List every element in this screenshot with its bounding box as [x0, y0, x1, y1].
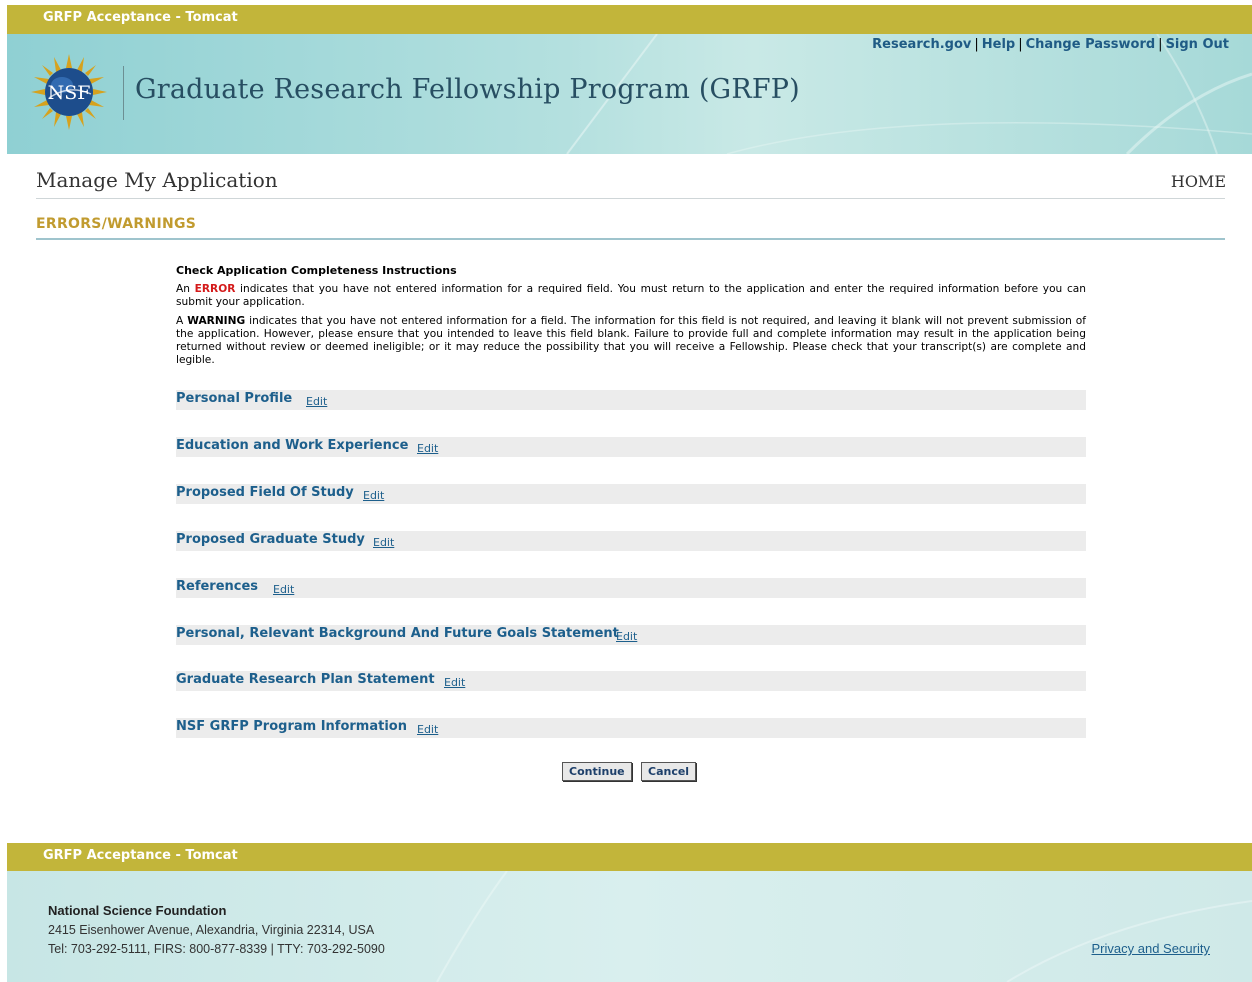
warning-instruction: A WARNING indicates that you have not en… [176, 315, 1087, 366]
error-instruction: An ERROR indicates that you have not ent… [176, 283, 1086, 308]
section-personal-profile: Personal Profile Edit [176, 390, 1086, 410]
edit-program-information-link[interactable]: Edit [417, 723, 438, 736]
section-label: References [176, 579, 259, 594]
page-title: Manage My Application [36, 168, 278, 192]
nsf-logo[interactable]: NSF [31, 54, 107, 130]
section-program-information: NSF GRFP Program Information Edit [176, 718, 1086, 738]
environment-label: GRFP Acceptance - Tomcat [43, 10, 238, 25]
instructions-title: Check Application Completeness Instructi… [176, 264, 457, 277]
section-references: References Edit [176, 578, 1086, 598]
section-field-of-study: Proposed Field Of Study Edit [176, 484, 1086, 504]
section-label: Proposed Field Of Study [176, 485, 354, 500]
edit-references-link[interactable]: Edit [273, 583, 294, 596]
section-label: Personal Profile [176, 391, 293, 406]
home-link[interactable]: HOME [1171, 172, 1226, 191]
edit-graduate-study-link[interactable]: Edit [373, 536, 394, 549]
footer-environment-label: GRFP Acceptance - Tomcat [43, 848, 238, 863]
section-label: Personal, Relevant Background And Future… [176, 626, 619, 641]
section-research-plan: Graduate Research Plan Statement Edit [176, 671, 1086, 691]
section-graduate-study: Proposed Graduate Study Edit [176, 531, 1086, 551]
edit-education-work-link[interactable]: Edit [417, 442, 438, 455]
header-banner: NSF Graduate Research Fellowship Program… [7, 34, 1252, 154]
logo-divider [123, 66, 124, 120]
title-divider [36, 198, 1225, 199]
section-background-statement: Personal, Relevant Background And Future… [176, 625, 1086, 645]
heading-divider [36, 238, 1225, 240]
error-keyword: ERROR [194, 283, 236, 295]
svg-text:NSF: NSF [48, 82, 91, 104]
continue-button[interactable]: Continue [562, 762, 632, 781]
site-title: Graduate Research Fellowship Program (GR… [135, 74, 800, 105]
footer-contact: Tel: 703-292-5111, FIRS: 800-877-8339 | … [48, 942, 385, 956]
edit-background-statement-link[interactable]: Edit [616, 630, 637, 643]
footer-environment-bar: GRFP Acceptance - Tomcat [7, 843, 1252, 872]
footer-org-name: National Science Foundation [48, 903, 227, 918]
privacy-security-link[interactable]: Privacy and Security [1092, 941, 1211, 956]
warning-keyword: WARNING [187, 315, 246, 327]
edit-personal-profile-link[interactable]: Edit [306, 395, 327, 408]
section-label: NSF GRFP Program Information [176, 719, 407, 734]
errors-warnings-heading: ERRORS/WARNINGS [36, 216, 197, 232]
research-gov-link[interactable]: Research.gov [872, 37, 971, 52]
edit-field-of-study-link[interactable]: Edit [363, 489, 384, 502]
edit-research-plan-link[interactable]: Edit [444, 676, 465, 689]
environment-bar: GRFP Acceptance - Tomcat [7, 5, 1252, 34]
section-label: Graduate Research Plan Statement [176, 672, 435, 687]
section-label: Proposed Graduate Study [176, 532, 365, 547]
cancel-button[interactable]: Cancel [641, 762, 697, 781]
section-label: Education and Work Experience [176, 438, 409, 453]
utility-nav: Research.gov | Help | Change Password | Sign O… [872, 37, 1229, 52]
section-education-work: Education and Work Experience Edit [176, 437, 1086, 457]
sign-out-link[interactable]: Sign Out [1166, 37, 1229, 52]
help-link[interactable]: Help [982, 37, 1015, 52]
footer: National Science Foundation 2415 Eisenho… [7, 871, 1252, 982]
instructions-block: Check Application Completeness Instructi… [176, 264, 1086, 373]
footer-address: 2415 Eisenhower Avenue, Alexandria, Virg… [48, 923, 375, 937]
change-password-link[interactable]: Change Password [1026, 37, 1156, 52]
